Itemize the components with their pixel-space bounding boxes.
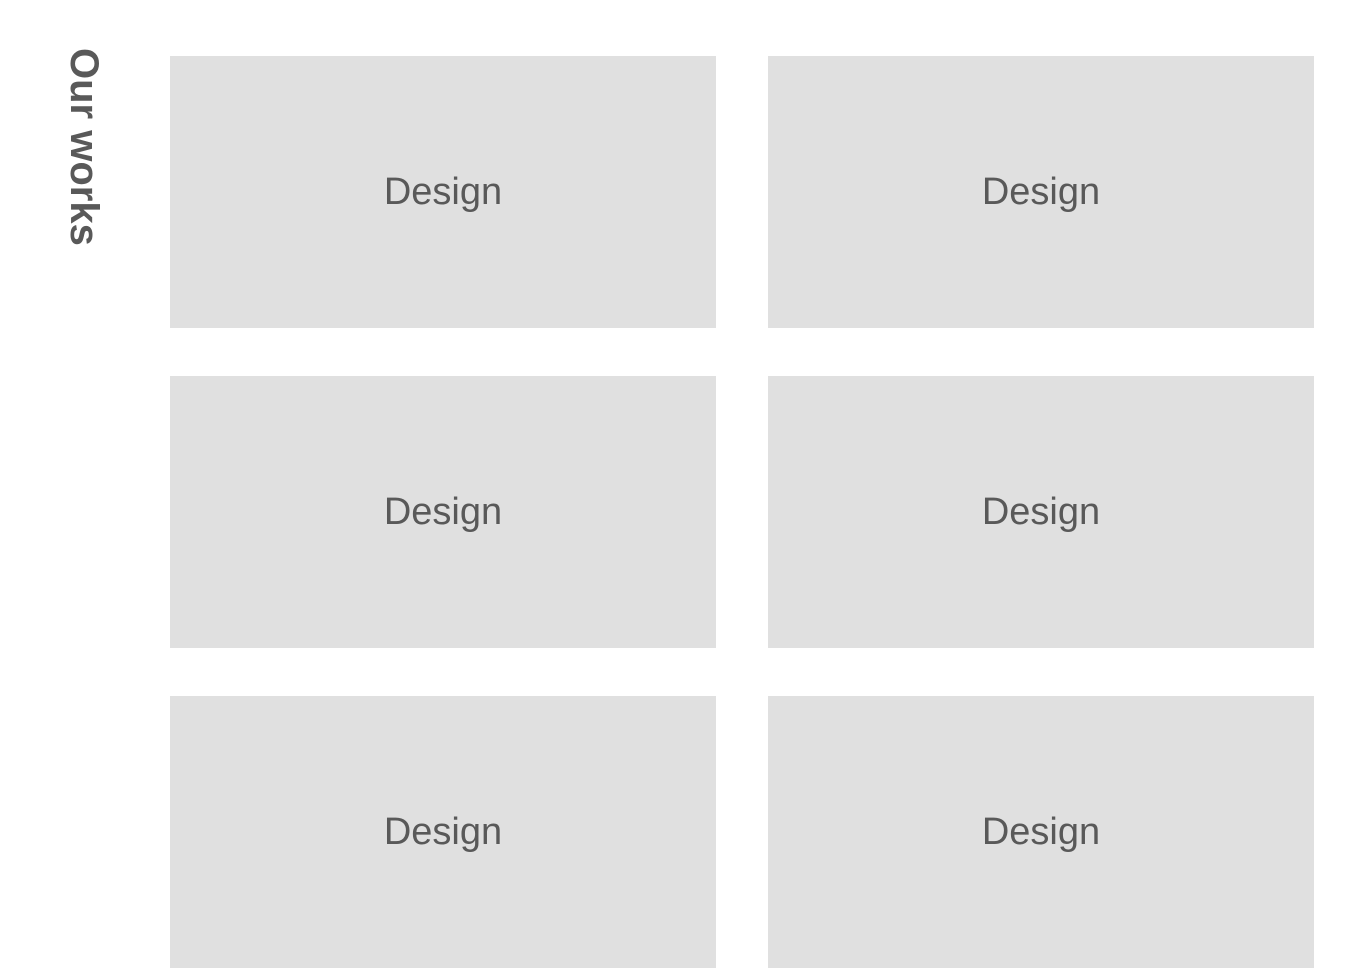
page-title: Our works — [61, 48, 106, 246]
work-card-label: Design — [384, 811, 502, 854]
work-card[interactable]: Design — [170, 376, 716, 648]
work-card-label: Design — [982, 491, 1100, 534]
work-card[interactable]: Design — [768, 376, 1314, 648]
work-card-label: Design — [982, 811, 1100, 854]
work-card-label: Design — [384, 171, 502, 214]
work-card-label: Design — [384, 491, 502, 534]
work-card[interactable]: Design — [768, 56, 1314, 328]
work-card[interactable]: Design — [170, 696, 716, 968]
works-grid: Design Design Design Design Design Desig… — [170, 56, 1314, 968]
work-card-label: Design — [982, 171, 1100, 214]
work-card[interactable]: Design — [768, 696, 1314, 968]
work-card[interactable]: Design — [170, 56, 716, 328]
